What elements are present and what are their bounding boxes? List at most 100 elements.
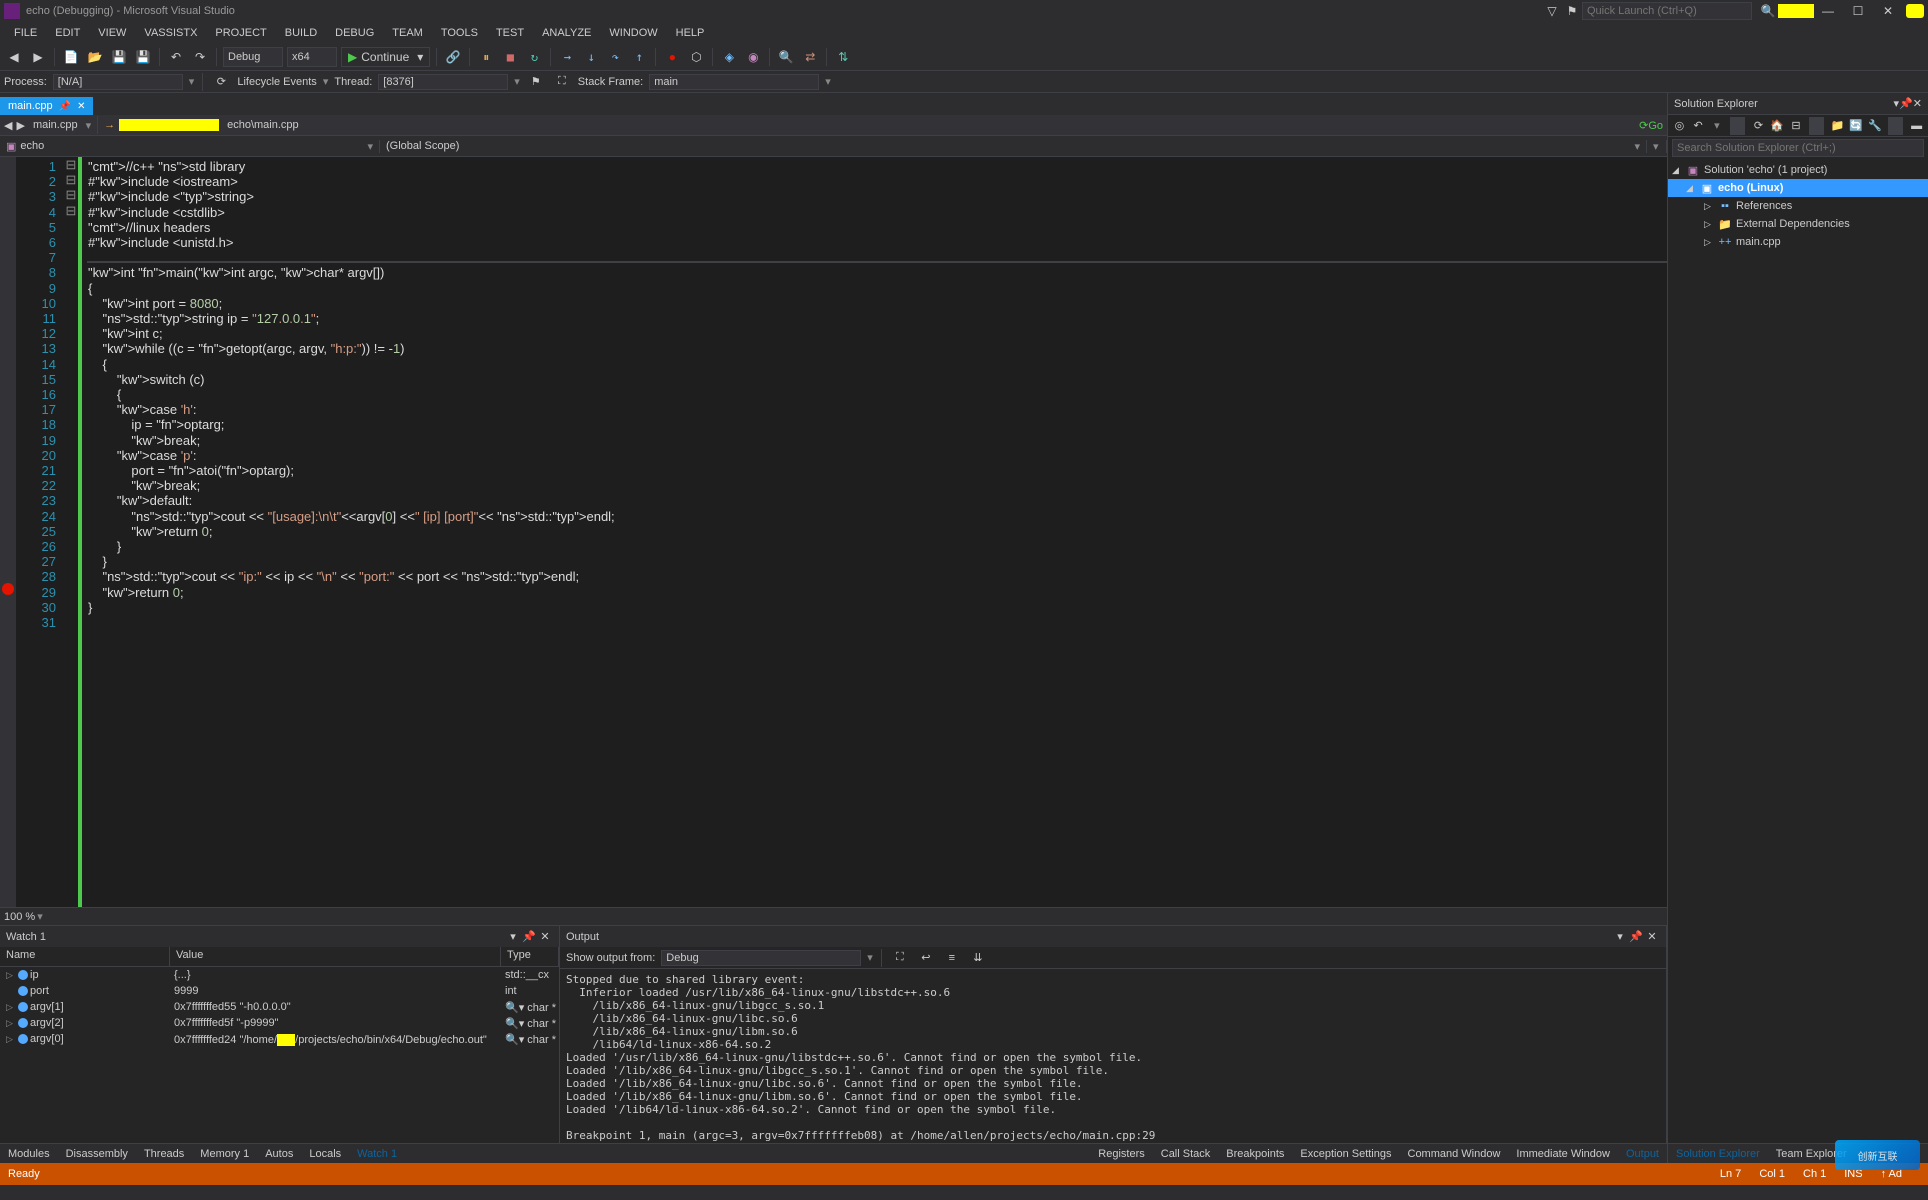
- references-node[interactable]: ▷▪▪ References: [1668, 197, 1928, 215]
- btab-output[interactable]: Output: [1618, 1146, 1667, 1162]
- col-name[interactable]: Name: [0, 947, 170, 966]
- output-text[interactable]: Stopped due to shared library event: Inf…: [560, 969, 1666, 1143]
- preview-icon[interactable]: ▬: [1909, 117, 1924, 135]
- close-tab-icon[interactable]: ✕: [77, 101, 85, 112]
- file-node[interactable]: ▷++ main.cpp: [1668, 233, 1928, 251]
- col-type[interactable]: Type: [501, 947, 559, 966]
- btab-watch-1[interactable]: Watch 1: [349, 1146, 405, 1162]
- panel-dropdown-icon[interactable]: ▾: [505, 930, 521, 943]
- find-icon[interactable]: 🔍: [776, 47, 796, 67]
- code-editor[interactable]: 1234567891011121314151617181920212223242…: [0, 157, 1667, 907]
- filter-icon[interactable]: ▽: [1542, 1, 1562, 21]
- redo-icon[interactable]: ↷: [190, 47, 210, 67]
- stop-debug-icon[interactable]: ■: [500, 47, 520, 67]
- menu-window[interactable]: WINDOW: [601, 25, 665, 41]
- save-icon[interactable]: 💾: [109, 47, 129, 67]
- close-button[interactable]: ✕: [1874, 1, 1902, 21]
- panel-dropdown-icon[interactable]: ▾: [1612, 930, 1628, 943]
- panel-pin-icon[interactable]: 📌: [1899, 97, 1913, 110]
- replace-icon[interactable]: ⇄: [800, 47, 820, 67]
- auto-scroll-icon[interactable]: ⇊: [968, 948, 988, 968]
- open-icon[interactable]: 📂: [85, 47, 105, 67]
- hex-icon[interactable]: ⬡: [686, 47, 706, 67]
- back-icon[interactable]: ↶: [1691, 117, 1706, 135]
- wrap-icon[interactable]: ↩: [916, 948, 936, 968]
- menu-build[interactable]: BUILD: [277, 25, 325, 41]
- step-over-icon[interactable]: ↷: [605, 47, 625, 67]
- menu-project[interactable]: PROJECT: [207, 25, 274, 41]
- btab-modules[interactable]: Modules: [0, 1146, 58, 1162]
- step-out-icon[interactable]: ↑: [629, 47, 649, 67]
- output-from-dropdown[interactable]: Debug: [661, 950, 861, 966]
- watch-body[interactable]: ▷ ip{...}std::__cx port9999int▷ argv[1]0…: [0, 967, 559, 1143]
- btab-breakpoints[interactable]: Breakpoints: [1218, 1146, 1292, 1162]
- thread-dropdown[interactable]: [8376]: [378, 74, 508, 90]
- btab-registers[interactable]: Registers: [1090, 1146, 1152, 1162]
- btab-call-stack[interactable]: Call Stack: [1153, 1146, 1219, 1162]
- attach-icon[interactable]: 🔗: [443, 47, 463, 67]
- scope-dropdown[interactable]: (Global Scope) ▾: [380, 140, 1647, 153]
- undo-icon[interactable]: ↶: [166, 47, 186, 67]
- pin-icon[interactable]: 📌: [59, 101, 71, 112]
- watch-row[interactable]: port9999int: [0, 983, 559, 999]
- platform-dropdown[interactable]: x64: [287, 47, 337, 67]
- watch-row[interactable]: ▷ argv[1]0x7fffffffed55 "-h0.0.0.0"🔍▾ ch…: [0, 999, 559, 1015]
- menu-test[interactable]: TEST: [488, 25, 532, 41]
- panel-close-icon[interactable]: ✕: [1644, 930, 1660, 943]
- goto-icon[interactable]: ≡: [942, 948, 962, 968]
- extdeps-node[interactable]: ▷📁 External Dependencies: [1668, 215, 1928, 233]
- menu-edit[interactable]: EDIT: [47, 25, 88, 41]
- home2-icon[interactable]: 🏠: [1770, 117, 1785, 135]
- lifecycle-icon[interactable]: ⟳: [211, 72, 231, 92]
- col-value[interactable]: Value: [170, 947, 501, 966]
- btab-command-window[interactable]: Command Window: [1400, 1146, 1509, 1162]
- panel-close-icon[interactable]: ✕: [537, 930, 553, 943]
- go-button[interactable]: ⟳Go: [1639, 119, 1663, 132]
- nav-fwd-icon[interactable]: ▶: [28, 47, 48, 67]
- menu-file[interactable]: FILE: [6, 25, 45, 41]
- swap-icon[interactable]: ⇅: [833, 47, 853, 67]
- menu-debug[interactable]: DEBUG: [327, 25, 382, 41]
- tab-solution-explorer[interactable]: Solution Explorer: [1668, 1146, 1768, 1162]
- config-dropdown[interactable]: Debug: [223, 47, 283, 67]
- zoom-level[interactable]: 100 %: [4, 911, 35, 923]
- menu-view[interactable]: VIEW: [90, 25, 134, 41]
- watch-row[interactable]: ▷ ip{...}std::__cx: [0, 967, 559, 983]
- process-dropdown[interactable]: [N/A]: [53, 74, 183, 90]
- breakpoint-icon[interactable]: ●: [662, 47, 682, 67]
- collapse-icon[interactable]: ⊟: [1789, 117, 1804, 135]
- btab-autos[interactable]: Autos: [257, 1146, 301, 1162]
- properties-icon[interactable]: 🔧: [1868, 117, 1883, 135]
- menu-tools[interactable]: TOOLS: [433, 25, 486, 41]
- panel-pin-icon[interactable]: 📌: [1628, 930, 1644, 943]
- solution-node[interactable]: ◢▣ Solution 'echo' (1 project): [1668, 161, 1928, 179]
- nav-back-icon[interactable]: ◀: [4, 47, 24, 67]
- quick-launch-input[interactable]: [1582, 2, 1752, 20]
- thread-flag-icon[interactable]: ⚑: [526, 72, 546, 92]
- menu-analyze[interactable]: ANALYZE: [534, 25, 599, 41]
- nav-fwd-icon[interactable]: ▶: [16, 119, 24, 132]
- panel-pin-icon[interactable]: 📌: [521, 930, 537, 943]
- btab-immediate-window[interactable]: Immediate Window: [1508, 1146, 1618, 1162]
- intellitrace-icon[interactable]: ◈: [719, 47, 739, 67]
- se-search-input[interactable]: [1672, 139, 1924, 157]
- save-all-icon[interactable]: 💾: [133, 47, 153, 67]
- stackframe-dropdown[interactable]: main: [649, 74, 819, 90]
- member-dropdown[interactable]: ▾: [1647, 140, 1667, 153]
- menu-team[interactable]: TEAM: [384, 25, 431, 41]
- project-scope-dropdown[interactable]: ▣ echo ▾: [0, 140, 380, 153]
- btab-threads[interactable]: Threads: [136, 1146, 192, 1162]
- diag-icon[interactable]: ◉: [743, 47, 763, 67]
- clear-icon[interactable]: ⛶: [890, 948, 910, 968]
- btab-disassembly[interactable]: Disassembly: [58, 1146, 136, 1162]
- panel-close-icon[interactable]: ✕: [1913, 97, 1922, 110]
- project-node[interactable]: ◢▣ echo (Linux): [1668, 179, 1928, 197]
- new-project-icon[interactable]: 📄: [61, 47, 81, 67]
- nav-back-icon[interactable]: ◀: [4, 119, 12, 132]
- se-tree[interactable]: ◢▣ Solution 'echo' (1 project) ◢▣ echo (…: [1668, 159, 1928, 1143]
- show-next-stmt-icon[interactable]: →: [557, 47, 577, 67]
- watch-row[interactable]: ▷ argv[2]0x7fffffffed5f "-p9999"🔍▾ char …: [0, 1015, 559, 1031]
- search-icon[interactable]: 🔍: [1758, 1, 1778, 21]
- btab-exception-settings[interactable]: Exception Settings: [1292, 1146, 1399, 1162]
- step-into-icon[interactable]: ↓: [581, 47, 601, 67]
